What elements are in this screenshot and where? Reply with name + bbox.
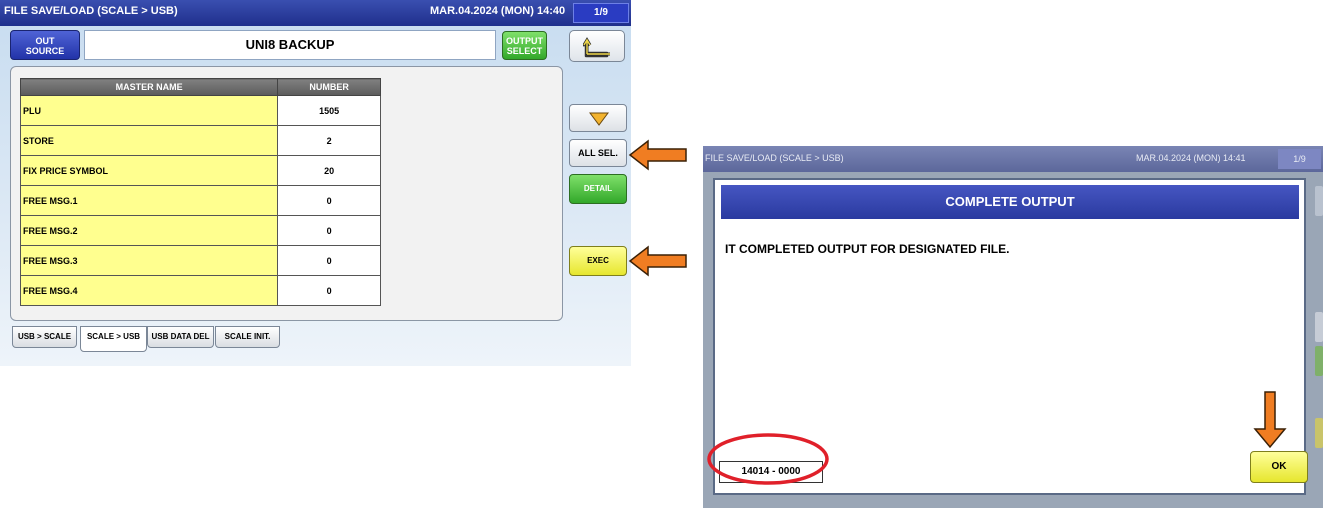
complete-output-screen: FILE SAVE/LOAD (SCALE > USB) MAR.04.2024… [703,146,1323,508]
number-cell: 0 [277,245,381,276]
screen-title: FILE SAVE/LOAD (SCALE > USB) [4,5,178,17]
output-select-label-1: OUTPUT [506,36,543,46]
out-source-label-2: SOURCE [25,46,65,56]
number-cell: 20 [277,155,381,186]
number-cell: 1505 [277,95,381,126]
table-row[interactable]: FREE MSG.1 0 [19,185,381,216]
return-arrow-icon [583,37,610,58]
background-button [1315,418,1323,448]
background-button [1315,186,1323,216]
master-name-cell: FREE MSG.1 [19,185,279,216]
arrow-left-icon [628,245,687,277]
number-cell: 2 [277,125,381,156]
ok-button[interactable]: OK [1250,451,1308,483]
page-indicator: 1/9 [573,3,629,23]
header-number: NUMBER [277,78,381,96]
dialog-title: COMPLETE OUTPUT [721,185,1299,219]
background-button [1315,312,1323,342]
table-row[interactable]: FREE MSG.4 0 [19,275,381,306]
all-select-button[interactable]: ALL SEL. [569,139,627,167]
source-name-field: UNI8 BACKUP [84,30,496,60]
page-indicator: 1/9 [1278,149,1321,169]
header-master-name: MASTER NAME [19,78,279,96]
background-button [1315,346,1323,376]
back-button[interactable] [569,30,625,62]
title-bar: FILE SAVE/LOAD (SCALE > USB) MAR.04.2024… [0,0,631,26]
master-table: MASTER NAME NUMBER PLU 1505 STORE 2 FIX … [19,78,381,306]
file-save-load-screen: FILE SAVE/LOAD (SCALE > USB) MAR.04.2024… [0,0,631,366]
number-cell: 0 [277,215,381,246]
screen-title: FILE SAVE/LOAD (SCALE > USB) [705,153,844,163]
master-name-cell: FREE MSG.2 [19,215,279,246]
number-cell: 0 [277,185,381,216]
tab-usb-to-scale[interactable]: USB > SCALE [12,326,77,348]
datetime: MAR.04.2024 (MON) 14:41 [1136,153,1246,163]
dialog-message: IT COMPLETED OUTPUT FOR DESIGNATED FILE. [725,242,1010,256]
tab-usb-data-del[interactable]: USB DATA DEL [147,326,214,348]
master-name-cell: FREE MSG.4 [19,275,279,306]
table-row[interactable]: FIX PRICE SYMBOL 20 [19,155,381,186]
number-cell: 0 [277,275,381,306]
arrow-left-icon [628,139,687,171]
table-row[interactable]: FREE MSG.3 0 [19,245,381,276]
arrow-down-icon [1253,391,1287,449]
datetime: MAR.04.2024 (MON) 14:40 [430,5,566,17]
master-name-cell: FREE MSG.3 [19,245,279,276]
table-row[interactable]: STORE 2 [19,125,381,156]
master-name-cell: STORE [19,125,279,156]
out-source-button[interactable]: OUT SOURCE [10,30,80,60]
tab-scale-init[interactable]: SCALE INIT. [215,326,280,348]
scroll-down-button[interactable] [569,104,627,132]
output-select-label-2: SELECT [506,46,543,56]
table-row[interactable]: PLU 1505 [19,95,381,126]
master-name-cell: FIX PRICE SYMBOL [19,155,279,186]
table-row[interactable]: FREE MSG.2 0 [19,215,381,246]
out-source-label-1: OUT [35,36,55,46]
output-select-button[interactable]: OUTPUT SELECT [502,31,547,60]
highlight-ellipse [707,433,829,485]
master-name-cell: PLU [19,95,279,126]
exec-button[interactable]: EXEC [569,246,627,276]
detail-button[interactable]: DETAIL [569,174,627,204]
title-bar: FILE SAVE/LOAD (SCALE > USB) MAR.04.2024… [703,146,1323,172]
triangle-down-icon [589,112,609,126]
tab-scale-to-usb[interactable]: SCALE > USB [80,326,147,352]
